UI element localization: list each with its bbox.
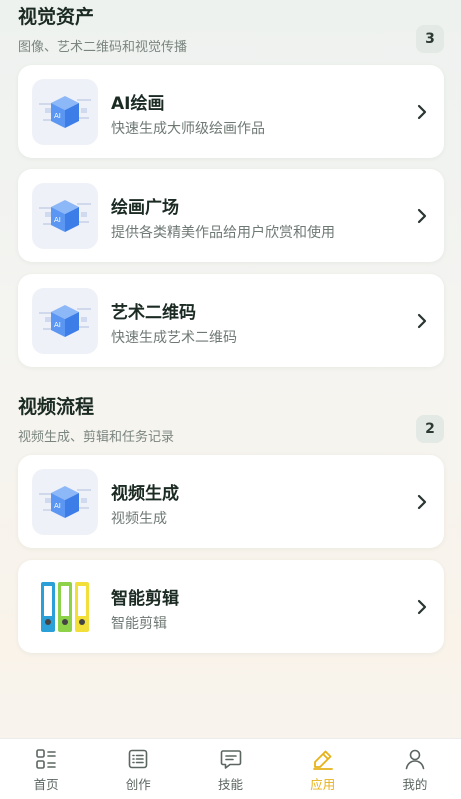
section-subtitle-video-flow: 视频生成、剪辑和任务记录 (18, 430, 175, 445)
tab-label: 技能 (218, 777, 244, 792)
content-area: 视觉资产 图像、艺术二维码和视觉传播 3 AI AI绘画 快速生成大师级绘画作品 (0, 0, 461, 738)
ai-cube-icon: AI (32, 183, 98, 249)
chevron-right-icon (417, 599, 427, 615)
binders-icon (32, 574, 98, 640)
list-icon (128, 749, 148, 769)
app-card-painting-plaza[interactable]: AI 绘画广场 提供各类精美作品给用户欣赏和使用 (18, 169, 444, 262)
section-count-badge: 2 (416, 415, 444, 443)
tab-profile[interactable]: 我的 (369, 739, 461, 799)
section-title-video-flow: 视频流程 (18, 396, 95, 418)
grid-list-icon (36, 749, 56, 769)
chevron-right-icon (417, 208, 427, 224)
tab-label: 创作 (125, 777, 151, 792)
user-icon (405, 749, 425, 770)
bottom-tab-bar: 首页 创作 技能 应用 我的 (0, 738, 461, 799)
app-card-ai-painting[interactable]: AI AI绘画 快速生成大师级绘画作品 (18, 65, 444, 158)
chevron-right-icon (417, 313, 427, 329)
ai-cube-icon: AI (32, 288, 98, 354)
tab-label: 首页 (33, 777, 59, 792)
tab-skills[interactable]: 技能 (184, 739, 276, 799)
app-card-description: 提供各类精美作品给用户欣赏和使用 (111, 225, 335, 241)
svg-text:AI: AI (54, 321, 61, 329)
chevron-right-icon (417, 104, 427, 120)
ai-cube-icon: AI (32, 79, 98, 145)
tab-label: 应用 (310, 777, 336, 792)
tab-home[interactable]: 首页 (0, 739, 92, 799)
tab-apps[interactable]: 应用 (277, 739, 369, 799)
app-card-smart-editing[interactable]: 智能剪辑 智能剪辑 (18, 560, 444, 653)
app-card-title: 视频生成 (111, 484, 179, 504)
app-card-title: 智能剪辑 (111, 589, 179, 609)
app-card-art-qrcode[interactable]: AI 艺术二维码 快速生成艺术二维码 (18, 274, 444, 367)
app-card-video-generation[interactable]: AI 视频生成 视频生成 (18, 455, 444, 548)
svg-text:AI: AI (54, 112, 61, 120)
app-card-title: AI绘画 (111, 94, 165, 114)
edit-pen-icon (312, 750, 333, 770)
chevron-right-icon (417, 494, 427, 510)
tab-label: 我的 (402, 777, 428, 792)
svg-text:AI: AI (54, 502, 61, 510)
section-title-visual-assets: 视觉资产 (18, 6, 95, 28)
chat-icon (220, 750, 241, 769)
app-card-description: 快速生成艺术二维码 (111, 330, 237, 346)
app-card-title: 艺术二维码 (111, 303, 196, 323)
app-card-description: 视频生成 (111, 511, 167, 527)
app-card-description: 快速生成大师级绘画作品 (111, 121, 265, 137)
ai-cube-icon: AI (32, 469, 98, 535)
app-card-title: 绘画广场 (111, 198, 179, 218)
section-subtitle-visual-assets: 图像、艺术二维码和视觉传播 (18, 40, 188, 55)
tab-create[interactable]: 创作 (92, 739, 184, 799)
svg-text:AI: AI (54, 216, 61, 224)
section-count-badge: 3 (416, 25, 444, 53)
app-card-description: 智能剪辑 (111, 616, 167, 632)
